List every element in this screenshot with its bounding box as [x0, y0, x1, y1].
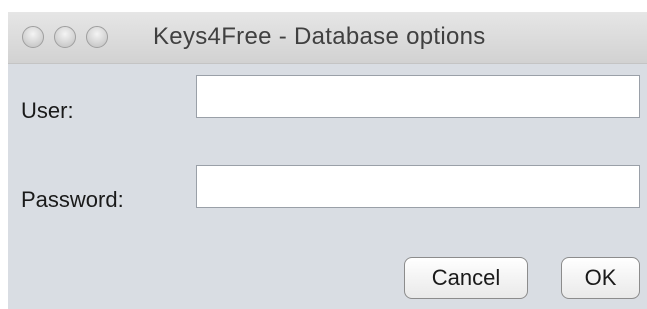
cancel-button[interactable]: Cancel: [404, 257, 528, 299]
window-title: Keys4Free - Database options: [153, 23, 486, 50]
user-input[interactable]: [196, 75, 640, 118]
zoom-icon[interactable]: [86, 26, 108, 48]
user-label: User:: [21, 98, 74, 123]
password-input[interactable]: [196, 165, 640, 208]
password-label: Password:: [21, 187, 124, 212]
titlebar: Keys4Free - Database options: [8, 12, 647, 64]
dialog-window: Keys4Free - Database options User: Passw…: [8, 12, 647, 309]
close-icon[interactable]: [22, 26, 44, 48]
minimize-icon[interactable]: [54, 26, 76, 48]
ok-button[interactable]: OK: [561, 257, 640, 299]
